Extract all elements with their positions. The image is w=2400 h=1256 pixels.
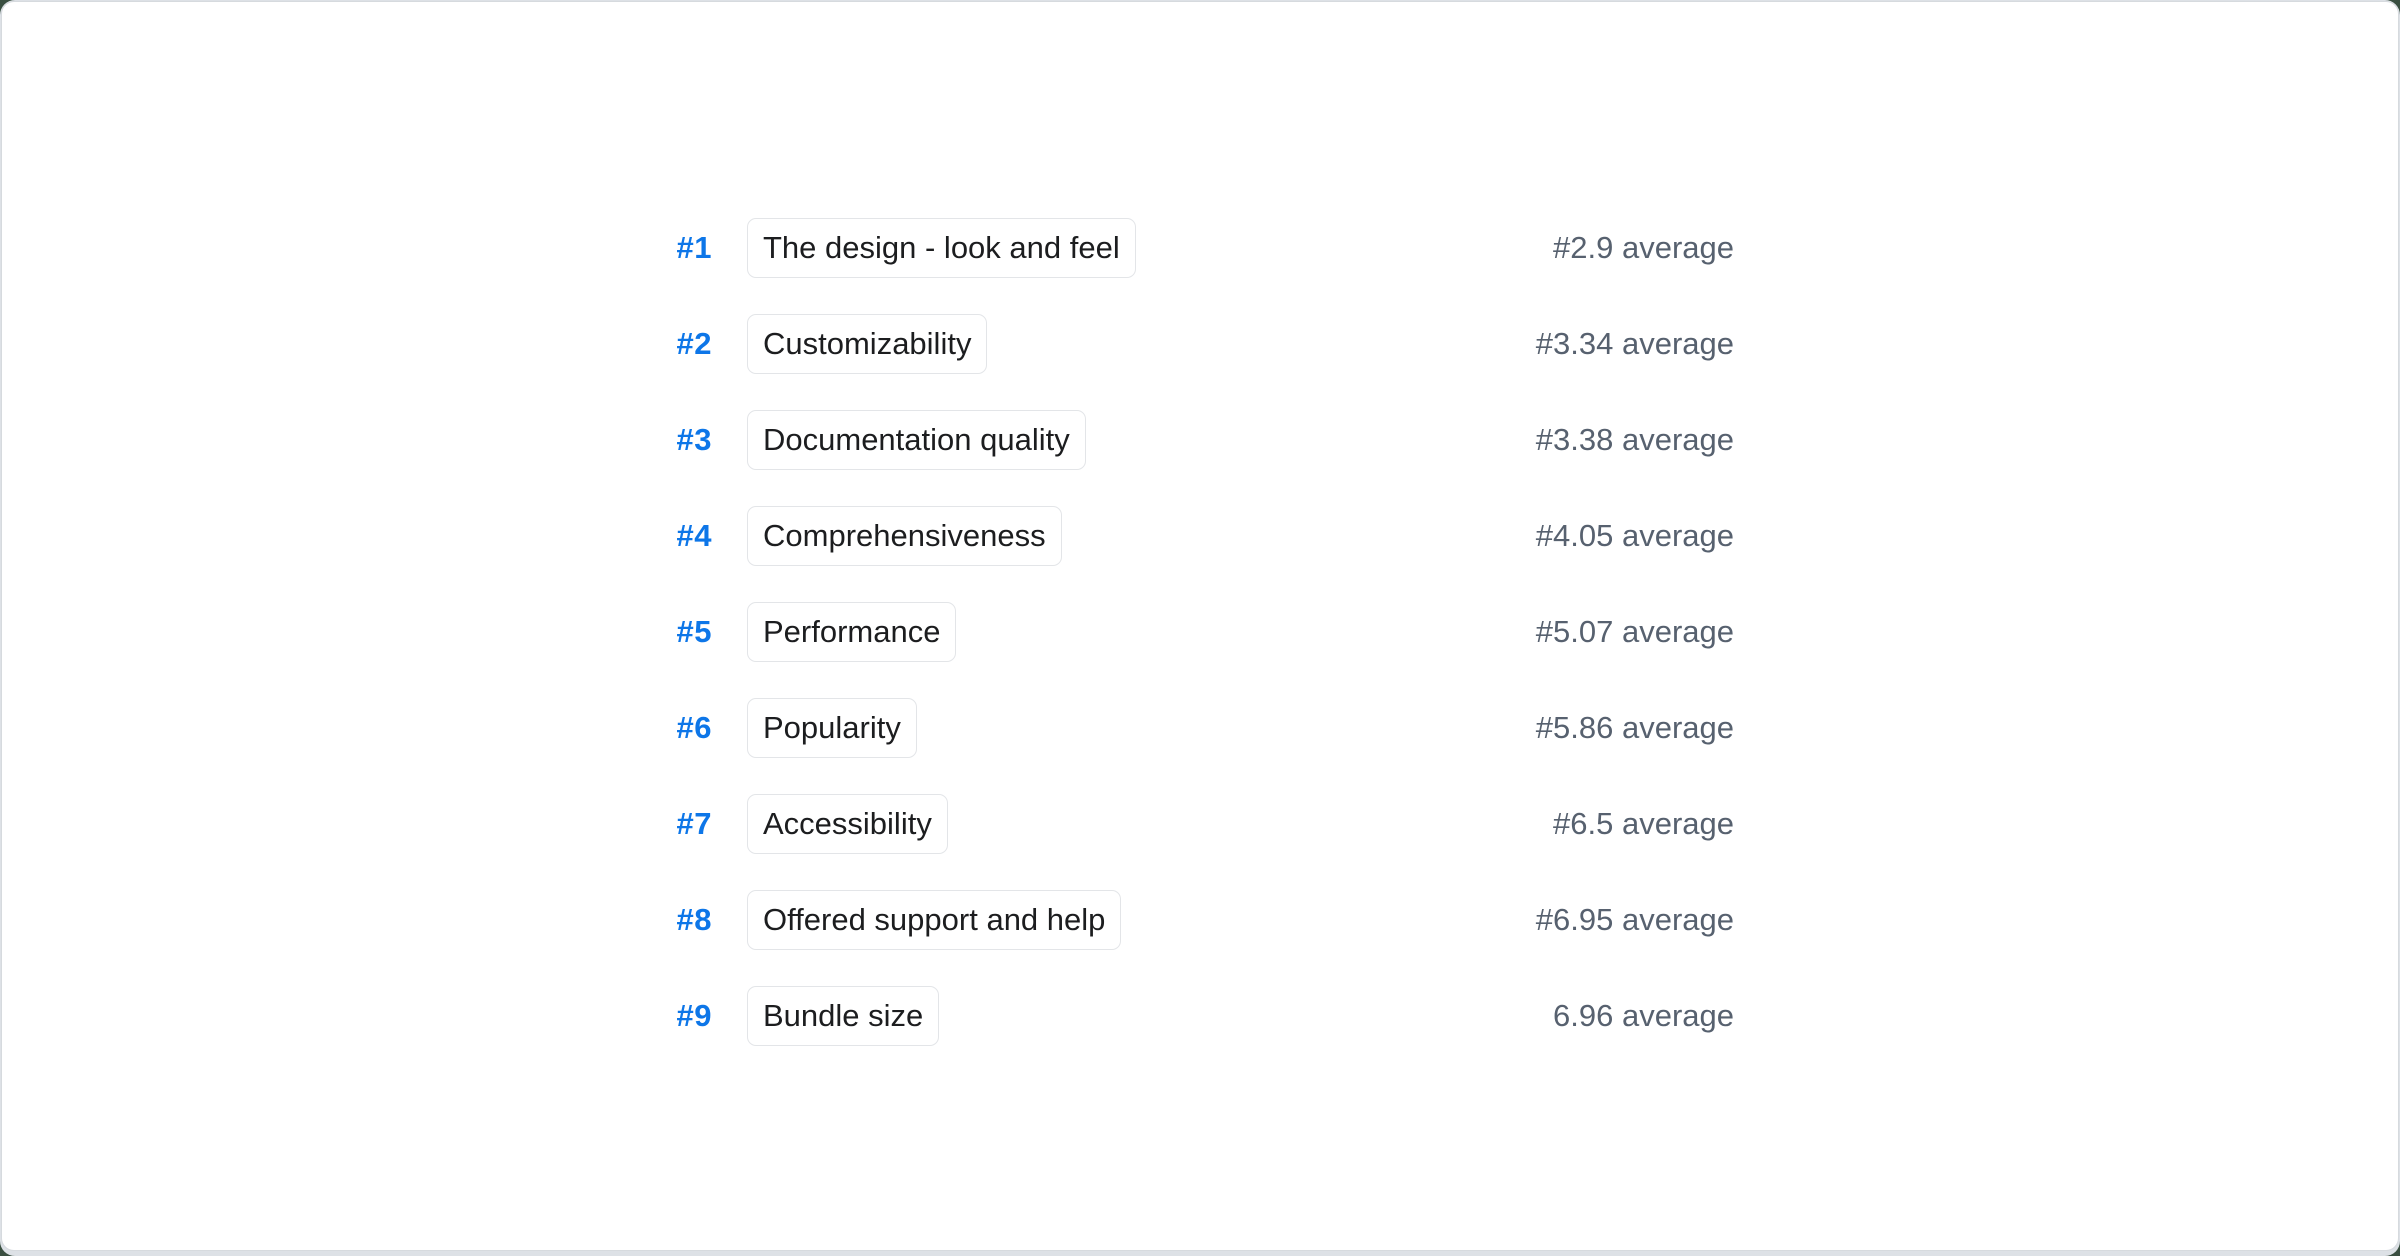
rank-number: #6 (644, 710, 712, 746)
rank-number: #9 (644, 998, 712, 1034)
option-label-box[interactable]: Comprehensiveness (747, 506, 1062, 566)
average-score: 6.96 average (1553, 998, 1734, 1034)
average-score: #4.05 average (1536, 518, 1734, 554)
average-score: #3.38 average (1536, 422, 1734, 458)
ranking-row: #1 The design - look and feel #2.9 avera… (644, 217, 1734, 278)
rank-number: #2 (644, 326, 712, 362)
ranking-list: #1 The design - look and feel #2.9 avera… (644, 217, 1734, 1081)
ranking-row: #8 Offered support and help #6.95 averag… (644, 889, 1734, 950)
content-card: #1 The design - look and feel #2.9 avera… (1, 1, 2399, 1251)
ranking-row: #7 Accessibility #6.5 average (644, 793, 1734, 854)
rank-number: #8 (644, 902, 712, 938)
ranking-row: #5 Performance #5.07 average (644, 601, 1734, 662)
ranking-row: #9 Bundle size 6.96 average (644, 985, 1734, 1046)
average-score: #6.95 average (1536, 902, 1734, 938)
option-label-box[interactable]: Offered support and help (747, 890, 1121, 950)
option-label-box[interactable]: Bundle size (747, 986, 939, 1046)
option-label-box[interactable]: The design - look and feel (747, 218, 1136, 278)
ranking-row: #4 Comprehensiveness #4.05 average (644, 505, 1734, 566)
average-score: #5.07 average (1536, 614, 1734, 650)
option-label-box[interactable]: Documentation quality (747, 410, 1086, 470)
option-label-box[interactable]: Customizability (747, 314, 987, 374)
average-score: #5.86 average (1536, 710, 1734, 746)
average-score: #3.34 average (1536, 326, 1734, 362)
rank-number: #3 (644, 422, 712, 458)
rank-number: #4 (644, 518, 712, 554)
average-score: #6.5 average (1553, 806, 1734, 842)
ranking-row: #2 Customizability #3.34 average (644, 313, 1734, 374)
rank-number: #1 (644, 230, 712, 266)
option-label-box[interactable]: Popularity (747, 698, 917, 758)
ranking-row: #6 Popularity #5.86 average (644, 697, 1734, 758)
ranking-row: #3 Documentation quality #3.38 average (644, 409, 1734, 470)
rank-number: #5 (644, 614, 712, 650)
option-label-box[interactable]: Performance (747, 602, 956, 662)
option-label-box[interactable]: Accessibility (747, 794, 948, 854)
rank-number: #7 (644, 806, 712, 842)
average-score: #2.9 average (1553, 230, 1734, 266)
